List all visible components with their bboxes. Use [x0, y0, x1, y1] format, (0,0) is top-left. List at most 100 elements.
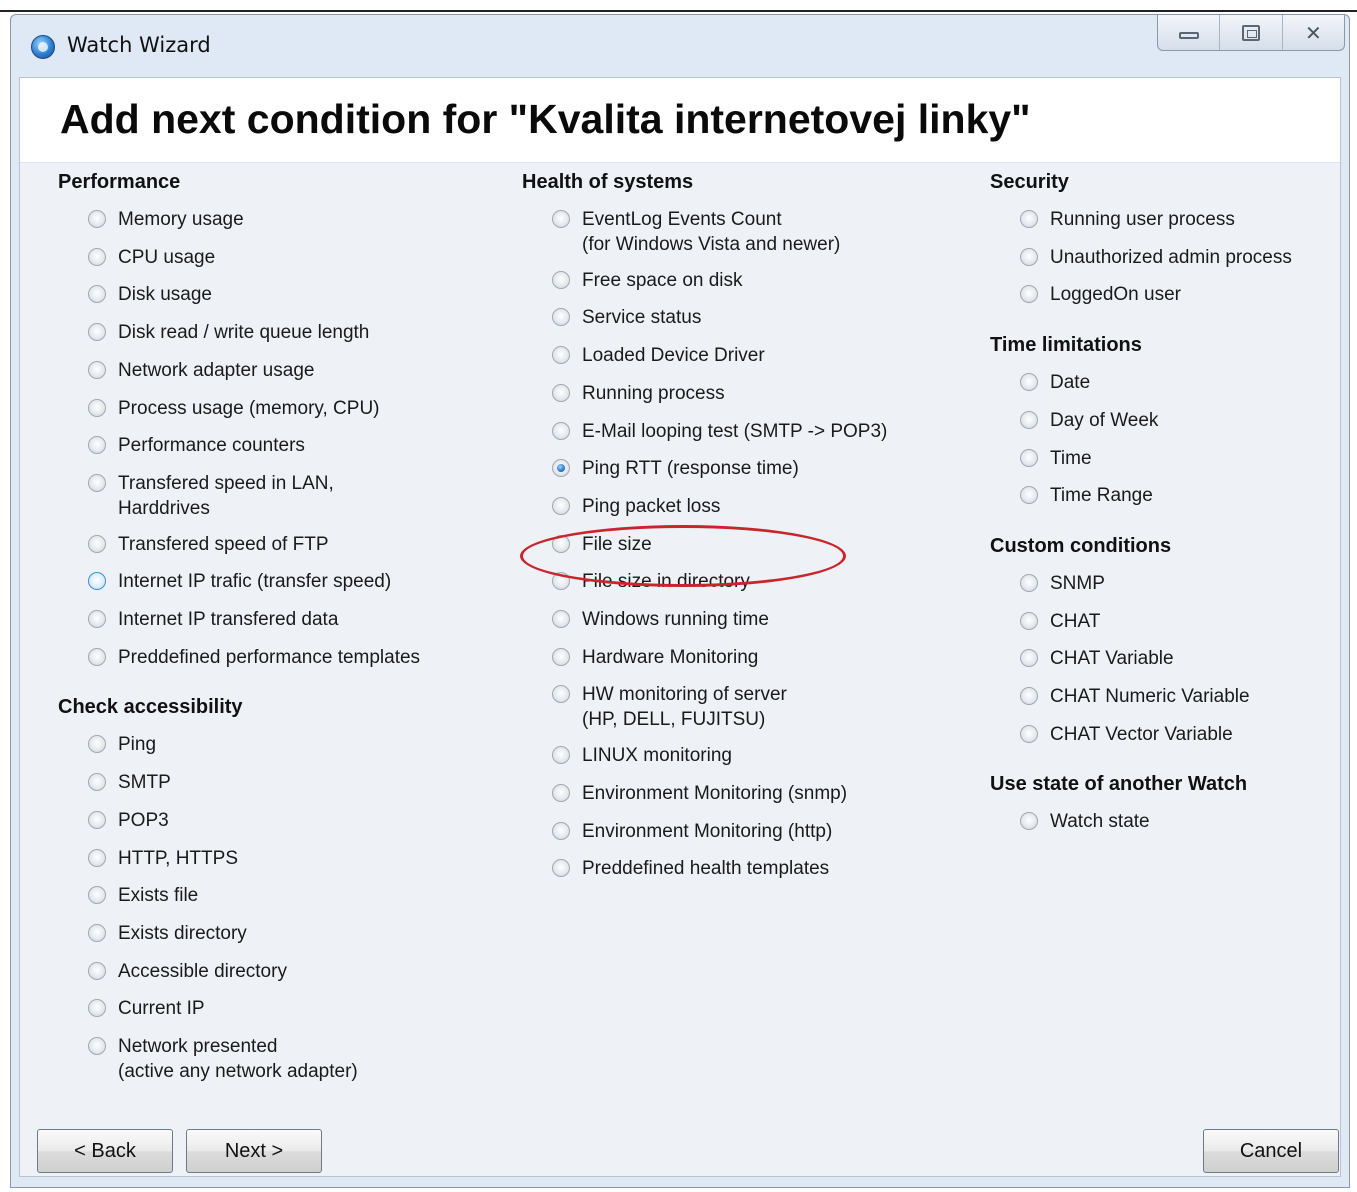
radio-button[interactable] — [552, 210, 570, 228]
radio-button[interactable] — [1020, 611, 1038, 630]
condition-option[interactable]: Performance counters — [88, 433, 305, 458]
radio-button[interactable] — [88, 848, 106, 867]
radio-button[interactable] — [88, 360, 106, 379]
condition-option[interactable]: Disk read / write queue length — [88, 320, 369, 345]
radio-button[interactable] — [88, 1037, 106, 1055]
radio-button[interactable] — [88, 436, 106, 455]
condition-option[interactable]: Internet IP transfered data — [88, 607, 338, 632]
condition-option[interactable]: CHAT Vector Variable — [1020, 722, 1233, 747]
radio-button[interactable] — [552, 572, 570, 591]
condition-option[interactable]: LoggedOn user — [1020, 282, 1181, 307]
radio-button[interactable] — [552, 783, 570, 802]
radio-button[interactable] — [552, 647, 570, 666]
condition-option[interactable]: E-Mail looping test (SMTP -> POP3) — [552, 419, 887, 444]
condition-option[interactable]: CHAT — [1020, 609, 1100, 634]
radio-button[interactable] — [88, 610, 106, 628]
condition-option[interactable]: Network presented (active any network ada… — [88, 1034, 358, 1084]
condition-option[interactable]: Memory usage — [88, 207, 244, 232]
radio-button[interactable] — [552, 746, 570, 765]
condition-option[interactable]: Preddefined health templates — [552, 856, 829, 881]
condition-option[interactable]: SMTP — [88, 770, 171, 795]
radio-button[interactable] — [1020, 410, 1038, 429]
radio-button[interactable] — [88, 735, 106, 754]
condition-option[interactable]: Watch state — [1020, 809, 1150, 834]
condition-option[interactable]: LINUX monitoring — [552, 743, 732, 768]
radio-button[interactable] — [552, 421, 570, 440]
cancel-button[interactable]: Cancel — [1203, 1129, 1339, 1173]
condition-option[interactable]: POP3 — [88, 808, 169, 833]
radio-button[interactable] — [1020, 687, 1038, 705]
radio-button[interactable] — [552, 685, 570, 704]
radio-button[interactable] — [552, 821, 570, 840]
condition-option[interactable]: CPU usage — [88, 245, 215, 270]
radio-button[interactable] — [1020, 285, 1038, 304]
condition-option[interactable]: Windows running time — [552, 607, 769, 632]
condition-option[interactable]: Current IP — [88, 996, 205, 1021]
radio-button[interactable] — [552, 308, 570, 327]
condition-option[interactable]: Free space on disk — [552, 268, 743, 293]
maximize-button[interactable] — [1219, 15, 1281, 50]
condition-option[interactable]: Internet IP trafic (transfer speed) — [88, 569, 391, 594]
radio-button[interactable] — [88, 773, 106, 792]
condition-option[interactable]: Exists file — [88, 883, 198, 908]
condition-option[interactable]: File size in directory — [552, 569, 750, 594]
radio-button[interactable] — [88, 323, 106, 342]
condition-option[interactable]: Ping packet loss — [552, 494, 720, 519]
radio-button[interactable] — [1020, 448, 1038, 467]
condition-option[interactable]: Time — [1020, 446, 1092, 471]
radio-button[interactable] — [1020, 649, 1038, 668]
back-button[interactable]: < Back — [37, 1129, 173, 1173]
radio-button[interactable] — [88, 999, 106, 1018]
condition-option[interactable]: HTTP, HTTPS — [88, 846, 238, 871]
condition-option[interactable]: Loaded Device Driver — [552, 343, 765, 368]
condition-option[interactable]: Network adapter usage — [88, 358, 314, 383]
radio-button[interactable] — [88, 886, 106, 905]
radio-button[interactable] — [552, 383, 570, 402]
condition-option[interactable]: Environment Monitoring (snmp) — [552, 781, 847, 806]
radio-button[interactable] — [88, 247, 106, 266]
radio-button[interactable] — [88, 961, 106, 980]
radio-button[interactable] — [88, 810, 106, 829]
condition-option[interactable]: Time Range — [1020, 483, 1153, 508]
condition-option[interactable]: Ping RTT (response time) — [552, 456, 799, 481]
condition-option[interactable]: Accessible directory — [88, 959, 287, 984]
radio-button[interactable] — [552, 859, 570, 878]
condition-option[interactable]: Service status — [552, 305, 701, 330]
radio-button[interactable] — [552, 534, 570, 553]
condition-option[interactable]: Date — [1020, 370, 1090, 395]
radio-button[interactable] — [1020, 812, 1038, 831]
condition-option[interactable]: Running process — [552, 381, 725, 406]
condition-option[interactable]: CHAT Numeric Variable — [1020, 684, 1250, 709]
radio-button[interactable] — [552, 346, 570, 365]
condition-option[interactable]: Exists directory — [88, 921, 247, 946]
condition-option[interactable]: SNMP — [1020, 571, 1105, 596]
radio-button[interactable] — [88, 534, 106, 553]
condition-option[interactable]: Transfered speed of FTP — [88, 532, 329, 557]
radio-button[interactable] — [1020, 724, 1038, 743]
radio-button[interactable] — [88, 210, 106, 228]
radio-button[interactable] — [88, 473, 106, 492]
radio-button[interactable] — [552, 270, 570, 289]
radio-button[interactable] — [1020, 573, 1038, 592]
condition-option[interactable]: Hardware Monitoring — [552, 645, 758, 670]
radio-button[interactable] — [552, 459, 570, 478]
condition-option[interactable]: Unauthorized admin process — [1020, 245, 1292, 270]
condition-option[interactable]: Disk usage — [88, 282, 212, 307]
radio-button[interactable] — [1020, 247, 1038, 266]
radio-button[interactable] — [88, 572, 106, 591]
condition-option[interactable]: EventLog Events Count (for Windows Vista … — [552, 207, 840, 257]
condition-option[interactable]: File size — [552, 532, 652, 557]
radio-button[interactable] — [1020, 486, 1038, 505]
condition-option[interactable]: Day of Week — [1020, 408, 1158, 433]
condition-option[interactable]: Preddefined performance templates — [88, 645, 420, 670]
radio-button[interactable] — [1020, 210, 1038, 228]
condition-option[interactable]: Ping — [88, 732, 156, 757]
radio-button[interactable] — [88, 398, 106, 417]
radio-button[interactable] — [88, 923, 106, 942]
close-button[interactable]: ✕ — [1281, 15, 1344, 50]
condition-option[interactable]: Transfered speed in LAN, Harddrives — [88, 471, 334, 521]
condition-option[interactable]: CHAT Variable — [1020, 646, 1174, 671]
next-button[interactable]: Next > — [186, 1129, 322, 1173]
condition-option[interactable]: HW monitoring of server (HP, DELL, FUJITS… — [552, 682, 787, 732]
minimize-button[interactable] — [1158, 15, 1219, 50]
